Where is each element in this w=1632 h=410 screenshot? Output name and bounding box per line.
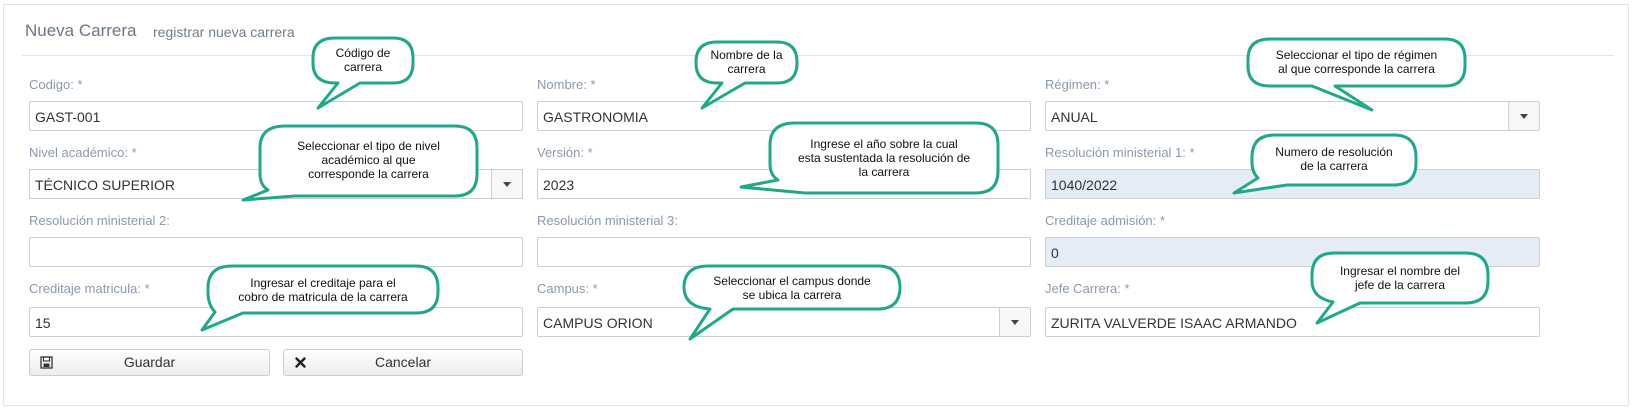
save-label: Guardar xyxy=(123,354,176,370)
close-x-icon xyxy=(295,357,306,368)
res2-label: Resolución ministerial 2: xyxy=(29,213,170,228)
form-panel xyxy=(3,4,1629,406)
regimen-label: Régimen: * xyxy=(1045,77,1110,92)
jefe-label: Jefe Carrera: * xyxy=(1045,281,1130,296)
cred-matricula-input[interactable]: 15 xyxy=(29,307,523,337)
jefe-input[interactable]: ZURITA VALVERDE ISAAC ARMANDO xyxy=(1045,307,1540,337)
nivel-select[interactable]: TÉCNICO SUPERIOR xyxy=(29,169,523,199)
save-button[interactable]: Guardar xyxy=(29,349,270,376)
regimen-select[interactable]: ANUAL xyxy=(1045,101,1540,131)
nivel-label: Nivel académico: * xyxy=(29,145,137,160)
regimen-value: ANUAL xyxy=(1051,109,1098,125)
cred-matricula-label: Creditaje matricula: * xyxy=(29,281,150,296)
cancel-button[interactable]: Cancelar xyxy=(283,349,523,376)
nivel-value: TÉCNICO SUPERIOR xyxy=(35,177,176,193)
chevron-down-icon[interactable] xyxy=(1508,102,1539,130)
nombre-label: Nombre: * xyxy=(537,77,596,92)
page-title: Nueva Carrera xyxy=(25,21,137,40)
codigo-input[interactable]: GAST-001 xyxy=(29,101,523,131)
version-input[interactable]: 2023 xyxy=(537,169,1031,199)
res1-input[interactable]: 1040/2022 xyxy=(1045,169,1540,199)
header-divider xyxy=(22,55,1614,56)
campus-select[interactable]: CAMPUS ORION xyxy=(537,307,1031,337)
campus-value: CAMPUS ORION xyxy=(543,315,653,331)
version-label: Versión: * xyxy=(537,145,593,160)
page-subtitle: registrar nueva carrera xyxy=(153,24,295,40)
chevron-down-icon[interactable] xyxy=(999,308,1030,336)
floppy-disk-icon xyxy=(40,356,53,369)
chevron-down-icon[interactable] xyxy=(491,170,522,198)
cancel-label: Cancelar xyxy=(374,354,432,370)
cred-admision-input[interactable]: 0 xyxy=(1045,237,1540,267)
res3-label: Resolución ministerial 3: xyxy=(537,213,678,228)
nombre-input[interactable]: GASTRONOMIA xyxy=(537,101,1031,131)
res2-input[interactable] xyxy=(29,237,523,267)
codigo-label: Codigo: * xyxy=(29,77,83,92)
res1-label: Resolución ministerial 1: * xyxy=(1045,145,1195,160)
res3-input[interactable] xyxy=(537,237,1031,267)
cred-admision-label: Creditaje admisión: * xyxy=(1045,213,1165,228)
campus-label: Campus: * xyxy=(537,281,598,296)
